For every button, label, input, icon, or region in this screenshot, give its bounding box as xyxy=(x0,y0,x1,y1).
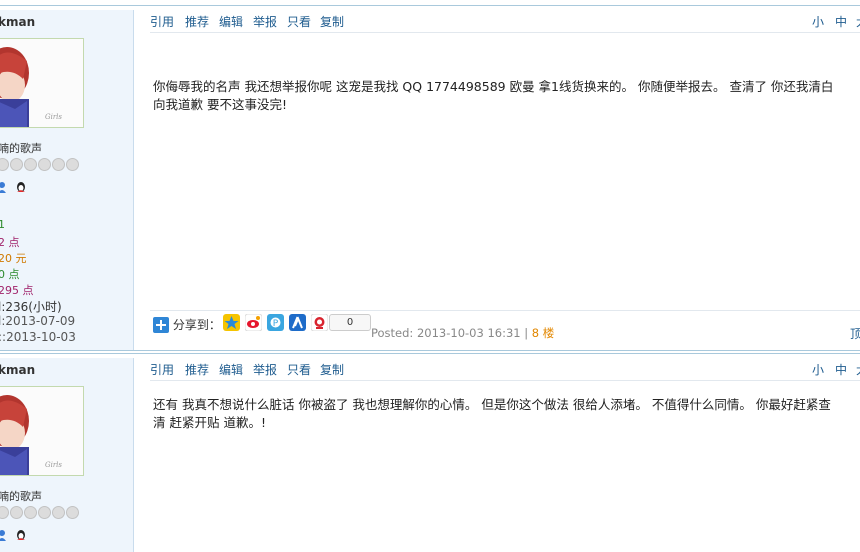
post-toolbar: 引用 推荐 编辑 举报 只看 复制 小 中 大 xyxy=(150,10,860,33)
stat-points: 2 点 xyxy=(0,236,20,249)
font-medium-link[interactable]: 中 xyxy=(835,361,847,378)
qq-icon[interactable] xyxy=(17,182,25,192)
qzone-share-icon[interactable] xyxy=(223,314,240,331)
netease-share-icon[interactable] xyxy=(311,314,328,331)
rank-stars xyxy=(0,158,80,172)
top-divider xyxy=(0,5,860,6)
user-status-icon[interactable] xyxy=(0,530,6,541)
contact-icons xyxy=(0,180,38,197)
back-to-top-link[interactable]: 顶 xyxy=(850,325,860,342)
contact-icons xyxy=(0,528,38,545)
qq-icon[interactable] xyxy=(17,530,25,540)
username[interactable]: kman xyxy=(0,363,35,377)
recommend-link[interactable]: 推荐 xyxy=(185,361,209,378)
username[interactable]: kman xyxy=(0,15,35,29)
stat-money: 20 元 xyxy=(0,252,27,265)
rank-stars xyxy=(0,506,80,520)
edit-link[interactable]: 编辑 xyxy=(219,13,243,30)
post-message: 还有 我真不想说什么脏话 你被盗了 我也想理解你的心情。 但是你这个做法 很给人… xyxy=(153,397,831,430)
font-large-link[interactable]: 大 xyxy=(856,13,860,30)
user-status-icon[interactable] xyxy=(0,182,6,193)
stat-reputation: 295 点 xyxy=(0,284,34,297)
recommend-link[interactable]: 推荐 xyxy=(185,13,209,30)
stat-online-time: l:236(小时) xyxy=(0,300,62,314)
avatar-image: Girls xyxy=(0,39,83,127)
renren-share-icon[interactable] xyxy=(289,314,306,331)
stat-last-login: ::2013-10-03 xyxy=(0,330,76,344)
post-divider xyxy=(0,350,860,351)
only-view-link[interactable]: 只看 xyxy=(287,13,311,30)
post: kman Girls 喃的歌声 1 2 点 20 元 0 点 295 点 l:2… xyxy=(0,10,860,350)
copy-link[interactable]: 复制 xyxy=(320,361,344,378)
share-count: 0 xyxy=(329,314,371,331)
post-footer: 分享到： P 0 Posted: 2013-10-03 16:31 | 8 楼 … xyxy=(150,310,860,341)
user-nickname: 喃的歌声 xyxy=(0,490,42,503)
share-plus-icon[interactable] xyxy=(153,317,169,333)
post-time: Posted: 2013-10-03 16:31 xyxy=(371,326,521,340)
copy-link[interactable]: 复制 xyxy=(320,13,344,30)
weibo-share-icon[interactable] xyxy=(245,314,262,331)
quote-link[interactable]: 引用 xyxy=(150,13,174,30)
post-meta: Posted: 2013-10-03 16:31 | 8 楼 xyxy=(371,326,555,340)
avatar[interactable]: Girls xyxy=(0,386,84,476)
share-label: 分享到： xyxy=(153,316,221,333)
post-toolbar: 引用 推荐 编辑 举报 只看 复制 小 中 大 xyxy=(150,358,860,381)
floor-number[interactable]: 8 楼 xyxy=(532,326,554,340)
svg-text:Girls: Girls xyxy=(45,113,62,121)
tencent-weibo-share-icon[interactable]: P xyxy=(267,314,284,331)
edit-link[interactable]: 编辑 xyxy=(219,361,243,378)
post: kman Girls 喃的歌声 引用 推荐 编辑 举报 只看 复制 小 中 还有… xyxy=(0,358,860,552)
quote-link[interactable]: 引用 xyxy=(150,361,174,378)
avatar[interactable]: Girls xyxy=(0,38,84,128)
user-sidebar: kman Girls 喃的歌声 1 2 点 20 元 0 点 295 点 l:2… xyxy=(0,10,134,350)
report-link[interactable]: 举报 xyxy=(253,13,277,30)
report-link[interactable]: 举报 xyxy=(253,361,277,378)
svg-text:Girls: Girls xyxy=(45,461,62,469)
stat-contribution: 0 点 xyxy=(0,268,20,281)
font-small-link[interactable]: 小 xyxy=(812,13,824,30)
stat-posts: 1 xyxy=(0,218,5,231)
stat-register-date: l:2013-07-09 xyxy=(0,314,76,328)
font-large-link[interactable]: 大 xyxy=(856,361,860,378)
avatar-image: Girls xyxy=(0,387,83,475)
post-message: 你侮辱我的名声 我还想举报你呢 这宠是我找 QQ 1774498589 欧曼 拿… xyxy=(153,79,834,112)
font-medium-link[interactable]: 中 xyxy=(835,13,847,30)
user-nickname: 喃的歌声 xyxy=(0,142,42,155)
user-sidebar: kman Girls 喃的歌声 xyxy=(0,358,134,552)
svg-text:P: P xyxy=(273,319,279,329)
only-view-link[interactable]: 只看 xyxy=(287,361,311,378)
font-small-link[interactable]: 小 xyxy=(812,361,824,378)
post-divider-2 xyxy=(0,353,860,354)
